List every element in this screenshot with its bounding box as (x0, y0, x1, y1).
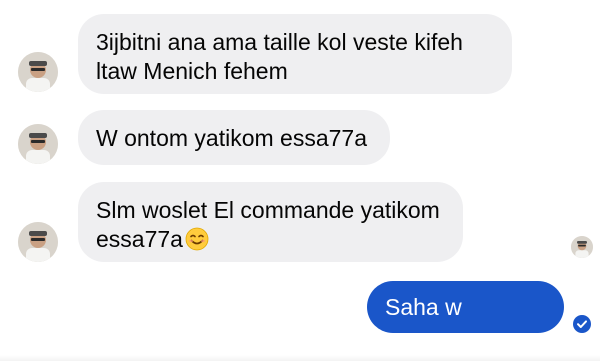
outgoing-message[interactable]: Saha w far7aaa (367, 281, 564, 361)
message-text: Slm woslet El commande yatikom essa77a (96, 197, 440, 252)
incoming-message[interactable]: 3ijbitni ana ama taille kol veste kifeh … (78, 14, 512, 94)
contact-avatar[interactable] (18, 222, 58, 262)
incoming-message[interactable]: Slm woslet El commande yatikom essa77a (78, 182, 463, 262)
contact-avatar[interactable] (18, 52, 58, 92)
seen-by-avatar (571, 236, 593, 258)
composer-edge (0, 355, 600, 361)
smiling-face-emoji-icon (185, 227, 209, 251)
contact-avatar[interactable] (18, 124, 58, 164)
incoming-message[interactable]: W ontom yatikom essa77a (78, 110, 390, 165)
check-circle-icon (573, 315, 591, 333)
chat-thread: 3ijbitni ana ama taille kol veste kifeh … (0, 0, 600, 361)
